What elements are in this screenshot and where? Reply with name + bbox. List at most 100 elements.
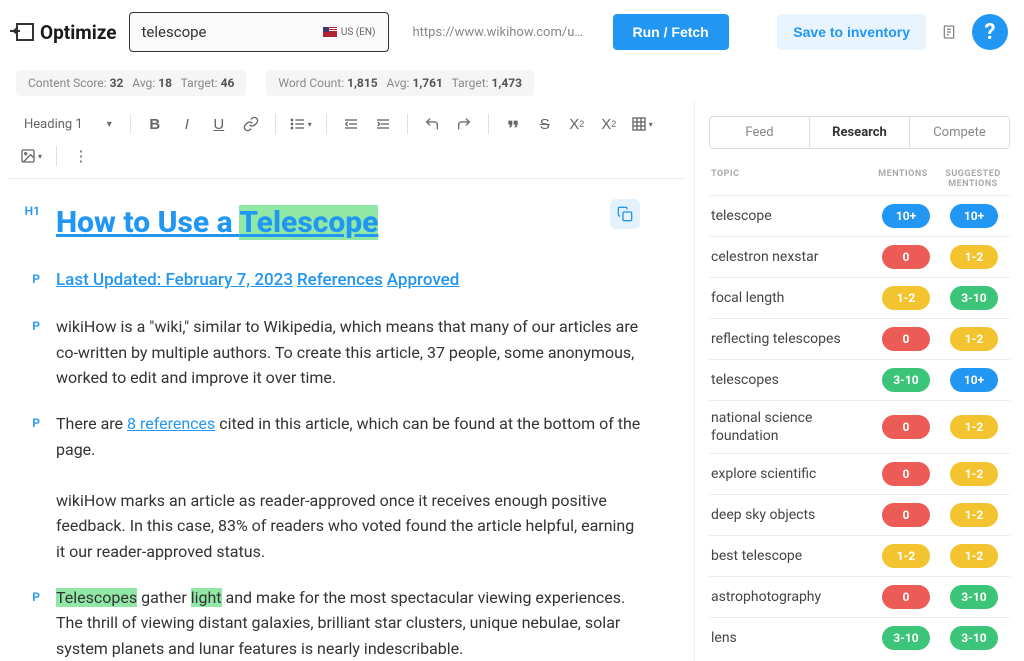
suggested-badge: 1-2 xyxy=(950,245,998,269)
image-button[interactable] xyxy=(16,142,46,170)
help-button[interactable]: ? xyxy=(972,14,1008,50)
topic-row[interactable]: telescopes 3-10 10+ xyxy=(709,359,1010,400)
paragraph[interactable]: Telescopes gather light and make for the… xyxy=(56,585,646,661)
col-topic: TOPIC xyxy=(711,169,868,189)
suggested-badge: 3-10 xyxy=(950,626,998,650)
topic-name: focal length xyxy=(711,289,872,307)
subscript-button[interactable]: X2 xyxy=(563,110,591,138)
references-link[interactable]: References xyxy=(297,270,383,290)
tab-feed[interactable]: Feed xyxy=(710,117,809,148)
content-score-stats: Content Score: 32 Avg: 18 Target: 46 xyxy=(16,70,246,96)
indent-button[interactable] xyxy=(369,110,397,138)
italic-button[interactable]: I xyxy=(173,110,201,138)
outdent-button[interactable] xyxy=(337,110,365,138)
mentions-badge: 0 xyxy=(882,415,930,439)
undo-button[interactable] xyxy=(418,110,446,138)
highlighted-keyword: Telescope xyxy=(239,205,378,240)
suggested-badge: 1-2 xyxy=(950,544,998,568)
topic-name: explore scientific xyxy=(711,465,872,483)
tab-compete[interactable]: Compete xyxy=(910,117,1009,148)
topic-row[interactable]: reflecting telescopes 0 1-2 xyxy=(709,318,1010,359)
document-icon[interactable] xyxy=(938,21,960,43)
url-input[interactable]: https://www.wikihow.com/use- xyxy=(401,15,601,50)
us-flag-icon xyxy=(323,27,337,37)
topic-row[interactable]: national science foundation 0 1-2 xyxy=(709,400,1010,453)
topic-row[interactable]: telescope 10+ 10+ xyxy=(709,195,1010,236)
topic-name: lens xyxy=(711,629,872,647)
topic-name: telescopes xyxy=(711,371,872,389)
paragraph[interactable]: There are 8 references cited in this art… xyxy=(56,411,646,565)
topic-row[interactable]: celestron nexstar 0 1-2 xyxy=(709,236,1010,277)
table-button[interactable] xyxy=(627,110,657,138)
meta-paragraph[interactable]: Last Updated: February 7, 2023 Reference… xyxy=(56,267,646,294)
optimize-icon xyxy=(16,23,34,41)
suggested-badge: 1-2 xyxy=(950,415,998,439)
mentions-badge: 1-2 xyxy=(882,544,930,568)
mentions-badge: 0 xyxy=(882,462,930,486)
research-panel: Feed Research Compete TOPIC MENTIONS SUG… xyxy=(694,102,1024,661)
strikethrough-button[interactable]: S xyxy=(531,110,559,138)
run-fetch-button[interactable]: Run / Fetch xyxy=(613,14,729,50)
link-button[interactable] xyxy=(237,110,265,138)
topic-name: reflecting telescopes xyxy=(711,330,872,348)
locale-selector[interactable]: US (EN) xyxy=(323,27,376,38)
suggested-badge: 1-2 xyxy=(950,462,998,486)
stats-bar: Content Score: 32 Avg: 18 Target: 46 Wor… xyxy=(0,64,1024,102)
underline-button[interactable]: U xyxy=(205,110,233,138)
block-tag-h1: H1 xyxy=(8,199,40,247)
references-count-link[interactable]: 8 references xyxy=(127,414,215,433)
topic-row[interactable]: lens 3-10 3-10 xyxy=(709,617,1010,653)
keyword-value: telescope xyxy=(142,23,207,41)
editor-section: Heading 1 B I U S X2 X2 ⋮ xyxy=(0,102,694,661)
topic-row[interactable]: astrophotography 0 3-10 xyxy=(709,576,1010,617)
word-count-stats: Word Count: 1,815 Avg: 1,761 Target: 1,4… xyxy=(266,70,534,96)
topic-name: telescope xyxy=(711,207,872,225)
mentions-badge: 3-10 xyxy=(882,626,930,650)
block-tag-p: P xyxy=(8,267,40,294)
topic-table-header: TOPIC MENTIONS SUGGESTED MENTIONS xyxy=(709,163,1010,195)
keyword-input[interactable]: telescope US (EN) xyxy=(129,12,389,52)
logo: Optimize xyxy=(16,21,117,44)
superscript-button[interactable]: X2 xyxy=(595,110,623,138)
editor-content[interactable]: H1 How to Use a Telescope P Last Updated… xyxy=(8,179,686,661)
bold-button[interactable]: B xyxy=(141,110,169,138)
redo-button[interactable] xyxy=(450,110,478,138)
editor-toolbar: Heading 1 B I U S X2 X2 ⋮ xyxy=(8,102,686,179)
topic-name: deep sky objects xyxy=(711,506,872,524)
topic-list: telescope 10+ 10+ celestron nexstar 0 1-… xyxy=(709,195,1010,653)
top-bar: Optimize telescope US (EN) https://www.w… xyxy=(0,0,1024,64)
mentions-badge: 1-2 xyxy=(882,286,930,310)
heading-select[interactable]: Heading 1 xyxy=(16,111,120,138)
paragraph[interactable]: wikiHow is a "wiki," similar to Wikipedi… xyxy=(56,314,646,391)
topic-name: celestron nexstar xyxy=(711,248,872,266)
bullet-list-button[interactable] xyxy=(286,110,316,138)
highlighted-keyword: light xyxy=(191,588,222,607)
mentions-badge: 0 xyxy=(882,327,930,351)
suggested-badge: 10+ xyxy=(950,204,998,228)
block-tag-p: P xyxy=(8,585,40,661)
save-inventory-button[interactable]: Save to inventory xyxy=(777,14,926,50)
topic-row[interactable]: best telescope 1-2 1-2 xyxy=(709,535,1010,576)
suggested-badge: 10+ xyxy=(950,368,998,392)
mentions-badge: 0 xyxy=(882,245,930,269)
copy-button[interactable] xyxy=(610,199,640,229)
quote-button[interactable] xyxy=(499,110,527,138)
suggested-badge: 3-10 xyxy=(950,286,998,310)
mentions-badge: 0 xyxy=(882,585,930,609)
heading-1[interactable]: How to Use a Telescope xyxy=(56,199,646,247)
last-updated-link[interactable]: Last Updated: February 7, 2023 xyxy=(56,270,293,290)
tab-research[interactable]: Research xyxy=(809,117,910,148)
suggested-badge: 1-2 xyxy=(950,503,998,527)
panel-tabs: Feed Research Compete xyxy=(709,116,1010,149)
topic-row[interactable]: focal length 1-2 3-10 xyxy=(709,277,1010,318)
mentions-badge: 3-10 xyxy=(882,368,930,392)
logo-text: Optimize xyxy=(40,21,117,44)
topic-row[interactable]: deep sky objects 0 1-2 xyxy=(709,494,1010,535)
highlighted-keyword: Telescopes xyxy=(56,588,137,607)
main-area: Heading 1 B I U S X2 X2 ⋮ xyxy=(0,102,1024,661)
suggested-badge: 1-2 xyxy=(950,327,998,351)
mentions-badge: 10+ xyxy=(882,204,930,228)
topic-row[interactable]: explore scientific 0 1-2 xyxy=(709,453,1010,494)
more-button[interactable]: ⋮ xyxy=(67,142,95,170)
approved-link[interactable]: Approved xyxy=(387,270,460,290)
